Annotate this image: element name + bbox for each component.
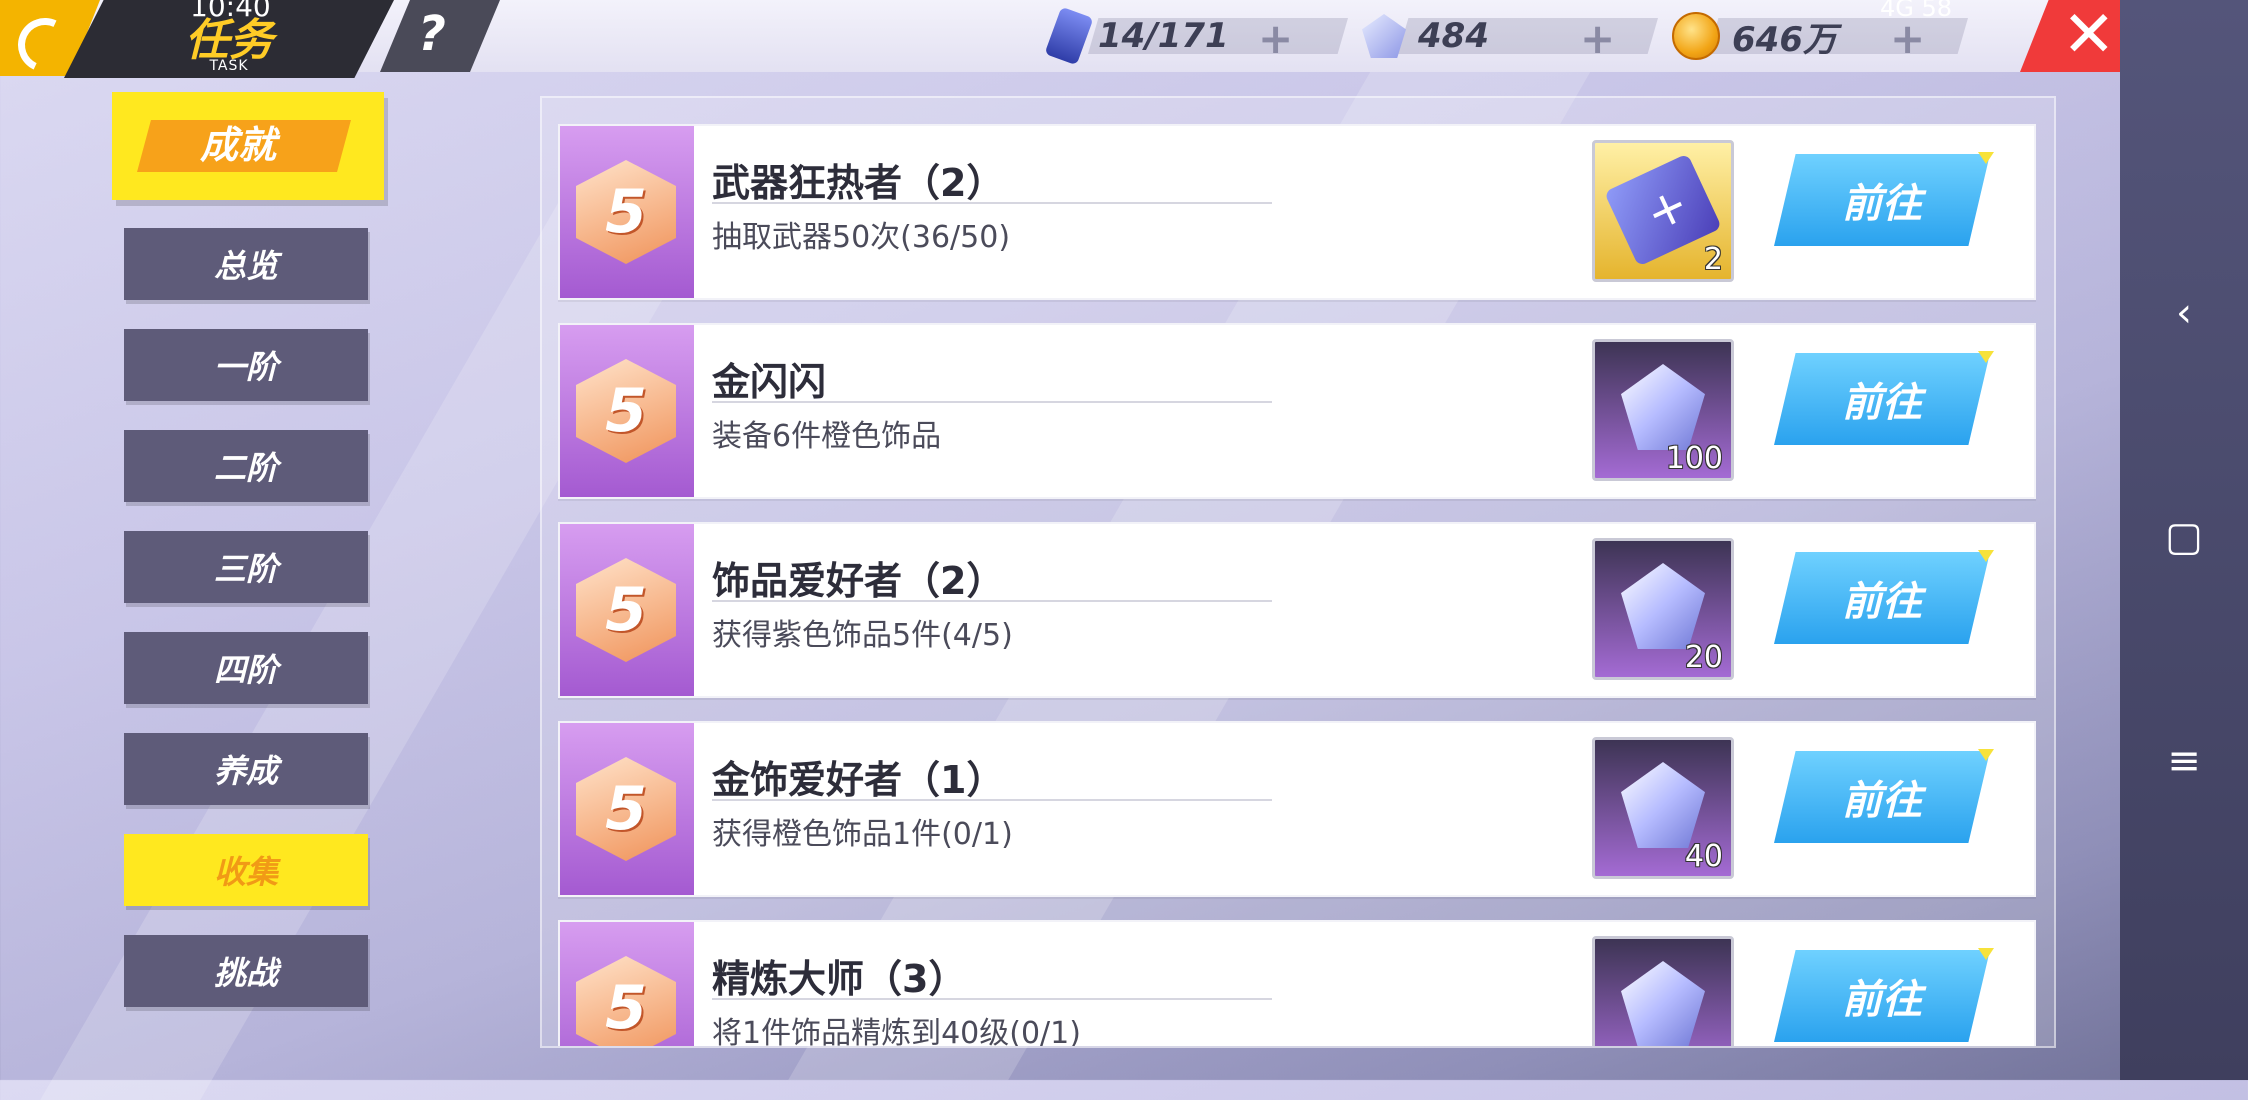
menu-item-tier-2[interactable]: 二阶 xyxy=(124,430,368,502)
task-card: 5 金闪闪 装备6件橙色饰品 100 前往 xyxy=(558,323,2036,499)
go-button[interactable]: 前往 xyxy=(1774,950,1990,1042)
menu-item-develop[interactable]: 养成 xyxy=(124,733,368,805)
nav-back-icon[interactable]: ‹ xyxy=(2120,290,2248,336)
nav-menu-icon[interactable]: ≡ xyxy=(2120,738,2248,784)
task-card: 5 精炼大师（3） 将1件饰品精炼到40级(0/1) 前往 xyxy=(558,920,2036,1048)
add-stamina-icon[interactable]: + xyxy=(1258,14,1293,63)
menu-item-tier-3[interactable]: 三阶 xyxy=(124,531,368,603)
status-time: 10:40 xyxy=(190,0,271,23)
diamond-icon xyxy=(1621,961,1705,1046)
stamina-value: 14/171 xyxy=(1098,16,1229,56)
reward-qty: 40 xyxy=(1684,839,1723,874)
task-desc: 获得紫色饰品5件(4/5) xyxy=(712,618,1013,653)
task-card: 5 饰品爱好者（2） 获得紫色饰品5件(4/5) 20 前往 xyxy=(558,522,2036,698)
resource-gems: 484 + xyxy=(1362,12,1658,63)
task-desc: 将1件饰品精炼到40级(0/1) xyxy=(712,1016,1081,1048)
task-name: 饰品爱好者（2） xyxy=(712,559,1005,603)
task-card: 5 金饰爱好者（1） 获得橙色饰品1件(0/1) 40 前往 xyxy=(558,721,2036,897)
corner-marker-icon xyxy=(1978,550,1994,562)
go-button[interactable]: 前往 xyxy=(1774,154,1990,246)
diamond-icon xyxy=(1621,364,1705,450)
nav-home-icon[interactable]: ▢ xyxy=(2120,514,2248,560)
reward-qty: 20 xyxy=(1684,640,1723,675)
resource-stamina: 14/171 + xyxy=(1044,6,1348,66)
help-icon: ? xyxy=(418,6,446,62)
menu-item-tier-1[interactable]: 一阶 xyxy=(124,329,368,401)
coin-value: 646万 xyxy=(1732,19,1837,60)
reward-qty: 100 xyxy=(1665,441,1723,476)
corner-marker-icon xyxy=(1978,351,1994,363)
gem-value: 484 xyxy=(1418,16,1489,56)
corner-marker-icon xyxy=(1978,948,1994,960)
menu-item-tier-4[interactable]: 四阶 xyxy=(124,632,368,704)
go-button[interactable]: 前往 xyxy=(1774,751,1990,843)
diamond-icon xyxy=(1621,563,1705,649)
page-subtitle: TASK xyxy=(209,58,249,74)
reward-item[interactable]: 2 xyxy=(1592,140,1734,282)
system-nav-bar: ‹ ▢ ≡ xyxy=(2120,0,2248,1080)
menu-item-overview[interactable]: 总览 xyxy=(124,228,368,300)
reward-item[interactable]: 100 xyxy=(1592,339,1734,481)
go-button[interactable]: 前往 xyxy=(1774,353,1990,445)
add-gem-icon[interactable]: + xyxy=(1580,14,1615,63)
task-desc: 装备6件橙色饰品 xyxy=(712,419,942,454)
reward-item[interactable]: 20 xyxy=(1592,538,1734,680)
menu-item-collect[interactable]: 收集 xyxy=(124,834,368,906)
reward-item[interactable]: 40 xyxy=(1592,737,1734,879)
task-name: 精炼大师（3） xyxy=(712,957,967,1001)
corner-marker-icon xyxy=(1978,152,1994,164)
category-achievement[interactable]: 成就 xyxy=(112,92,384,200)
go-button[interactable]: 前往 xyxy=(1774,552,1990,644)
task-desc: 获得橙色饰品1件(0/1) xyxy=(712,817,1013,852)
corner-marker-icon xyxy=(1978,749,1994,761)
task-list[interactable]: 5 武器狂热者（2） 抽取武器50次(36/50) 2 前往 5 金闪闪 装备6… xyxy=(540,96,2056,1048)
task-name: 金闪闪 xyxy=(712,360,827,404)
task-desc: 抽取武器50次(36/50) xyxy=(712,220,1011,255)
reward-qty: 2 xyxy=(1703,242,1723,277)
add-coin-icon[interactable]: + xyxy=(1890,14,1925,63)
close-icon: ✕ xyxy=(2062,0,2116,72)
reward-item[interactable] xyxy=(1592,936,1734,1046)
task-card: 5 武器狂热者（2） 抽取武器50次(36/50) 2 前往 xyxy=(558,124,2036,300)
battery-icon xyxy=(1044,6,1094,66)
diamond-icon xyxy=(1621,762,1705,848)
coin-icon xyxy=(1672,12,1720,60)
task-name: 金饰爱好者（1） xyxy=(712,758,1005,802)
menu-item-challenge[interactable]: 挑战 xyxy=(124,935,368,1007)
task-name: 武器狂热者（2） xyxy=(712,161,1005,205)
resource-coins: 646万 + xyxy=(1672,12,1968,63)
category-label: 成就 xyxy=(199,123,276,167)
